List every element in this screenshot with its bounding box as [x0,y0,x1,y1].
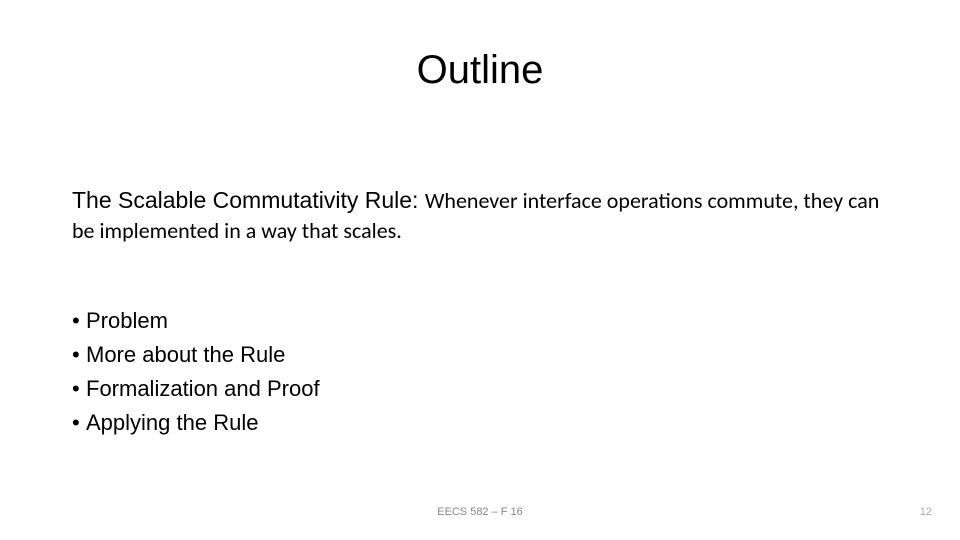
page-number: 12 [920,506,932,518]
bullet-dot-icon: • [72,372,86,406]
bullet-text: Formalization and Proof [86,376,320,401]
rule-statement: The Scalable Commutativity Rule: Wheneve… [72,185,888,246]
bullet-dot-icon: • [72,338,86,372]
bullet-item: •Problem [72,304,888,338]
slide-body: The Scalable Commutativity Rule: Wheneve… [72,185,888,440]
slide: Outline The Scalable Commutativity Rule:… [0,0,960,540]
bullet-text: More about the Rule [86,342,285,367]
bullet-list: •Problem •More about the Rule •Formaliza… [72,304,888,440]
bullet-dot-icon: • [72,406,86,440]
footer-course: EECS 582 – F 16 [0,506,960,518]
bullet-item: •Applying the Rule [72,406,888,440]
bullet-text: Problem [86,308,168,333]
bullet-dot-icon: • [72,304,86,338]
rule-prefix: The Scalable Commutativity Rule: [72,187,425,213]
slide-title: Outline [0,48,960,93]
bullet-item: •Formalization and Proof [72,372,888,406]
bullet-item: •More about the Rule [72,338,888,372]
bullet-text: Applying the Rule [86,410,258,435]
